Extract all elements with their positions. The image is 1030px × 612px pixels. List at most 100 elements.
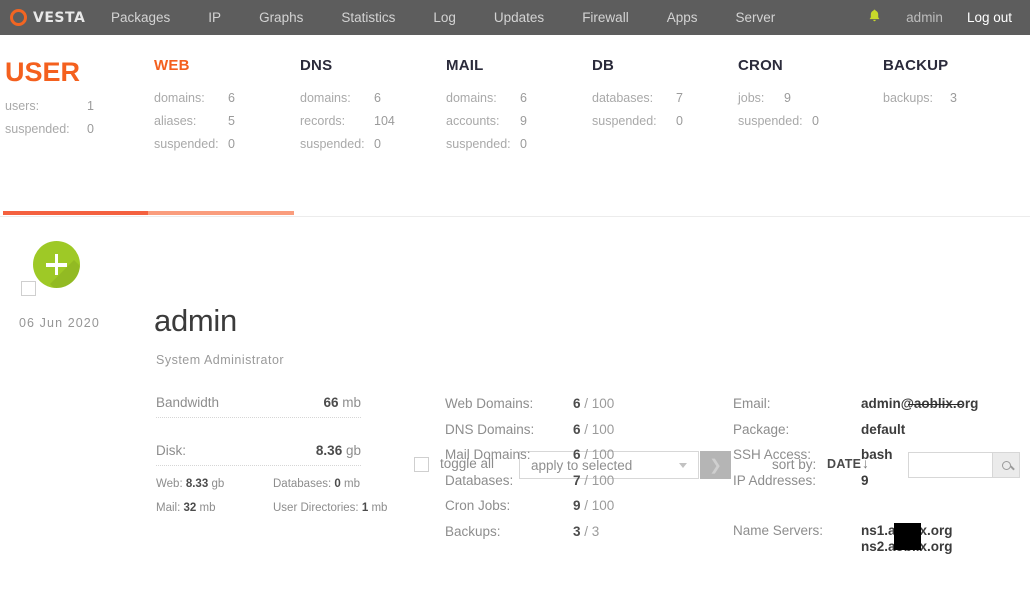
row-select-checkbox[interactable] [21, 281, 36, 296]
stat-row: domains:6 [154, 91, 235, 114]
stat-label: records: [300, 114, 366, 128]
stat-label: suspended: [300, 137, 366, 151]
nav-item-apps[interactable]: Apps [648, 0, 717, 35]
stat-row: backups:3 [883, 91, 957, 114]
user-created-date: 06 Jun 2020 [19, 316, 100, 330]
disk-mail-usage: Mail: 32 mb [156, 502, 273, 514]
quota-list: Web Domains: 6 / 100 DNS Domains: 6 / 10… [445, 396, 614, 549]
quota-value: 3 / 3 [573, 524, 599, 539]
stats-summary: USER users:1 suspended:0 WEB domains:6 a… [0, 35, 1030, 200]
stat-label: suspended: [446, 137, 512, 151]
nav-user-link[interactable]: admin [894, 0, 955, 35]
info-label: Package: [733, 422, 861, 437]
search-button[interactable] [993, 452, 1020, 478]
stat-value: 9 [776, 91, 791, 105]
nav-item-statistics[interactable]: Statistics [322, 0, 414, 35]
info-value-ip: 9 [861, 473, 869, 488]
nav-item-server[interactable]: Server [716, 0, 794, 35]
bell-icon[interactable] [855, 0, 894, 35]
stat-value: 0 [79, 122, 94, 136]
disk-breakdown: Web: 8.33 gb Databases: 0 mb Mail: 32 mb… [156, 472, 446, 520]
stat-value: 7 [668, 91, 683, 105]
disk-databases-usage: Databases: 0 mb [273, 478, 360, 490]
stat-value: 9 [512, 114, 527, 128]
stat-label: backups: [883, 91, 942, 105]
nav-item-log[interactable]: Log [414, 0, 475, 35]
brand-logo[interactable]: VESTA [0, 9, 92, 26]
stat-value: 1 [79, 99, 94, 113]
bandwidth-block: Bandwidth 66 mb [156, 395, 361, 418]
stat-column-web: WEB domains:6 aliases:5 suspended:0 [154, 57, 235, 160]
info-label: IP Addresses: [733, 473, 861, 488]
quota-row-dns-domains: DNS Domains: 6 / 100 [445, 422, 614, 448]
nav-item-graphs[interactable]: Graphs [240, 0, 322, 35]
progress-segment-primary [3, 211, 148, 215]
quota-row-databases: Databases: 7 / 100 [445, 473, 614, 499]
stat-value: 0 [512, 137, 527, 151]
ring-icon [10, 9, 27, 26]
nav-item-firewall[interactable]: Firewall [563, 0, 648, 35]
add-user-button[interactable] [33, 241, 80, 288]
stat-label: aliases: [154, 114, 220, 128]
quota-value: 6 / 100 [573, 396, 614, 411]
nav-item-ip[interactable]: IP [189, 0, 240, 35]
quota-value: 7 / 100 [573, 473, 614, 488]
stat-row: suspended:0 [300, 137, 395, 160]
stat-label: suspended: [5, 122, 79, 136]
logout-button[interactable]: Log out [955, 0, 1018, 35]
bandwidth-row: Bandwidth 66 mb [156, 395, 361, 417]
stat-value: 5 [220, 114, 235, 128]
stat-title-mail: MAIL [446, 57, 527, 74]
user-role-label: System Administrator [156, 353, 284, 367]
progress-segment-secondary [148, 211, 294, 215]
nav-item-packages[interactable]: Packages [92, 0, 189, 35]
stat-label: jobs: [738, 91, 776, 105]
stat-column-db: DB databases:7 suspended:0 [592, 57, 683, 137]
stat-row: suspended:0 [592, 114, 683, 137]
stat-value: 0 [220, 137, 235, 151]
account-info-list: Email: admin@aoblix.org Package: default… [733, 396, 978, 498]
quota-row-backups: Backups: 3 / 3 [445, 524, 614, 550]
quota-label: Web Domains: [445, 396, 573, 411]
stat-label: users: [5, 99, 79, 113]
section-divider [0, 216, 1030, 217]
search-icon [1002, 461, 1011, 470]
disk-web-usage: Web: 8.33 gb [156, 478, 273, 490]
quota-label: Databases: [445, 473, 573, 488]
disk-userdirs-usage: User Directories: 1 mb [273, 502, 387, 514]
stat-title-dns: DNS [300, 57, 395, 74]
nav-items: Packages IP Graphs Statistics Log Update… [92, 0, 794, 35]
info-value-email: admin@aoblix.org [861, 396, 978, 411]
brand-label: VESTA [33, 10, 85, 26]
user-name-link[interactable]: admin [154, 303, 237, 339]
stat-title-user: USER [5, 57, 94, 88]
stat-label: domains: [446, 91, 512, 105]
stat-value: 6 [366, 91, 381, 105]
quota-row-mail-domains: Mail Domains: 6 / 100 [445, 447, 614, 473]
stat-row: records:104 [300, 114, 395, 137]
name-servers-label: Name Servers: [733, 523, 861, 555]
stat-title-web: WEB [154, 57, 235, 74]
disk-breakdown-row: Mail: 32 mb User Directories: 1 mb [156, 496, 446, 520]
quota-label: Backups: [445, 524, 573, 539]
stat-row: users:1 [5, 99, 94, 122]
info-row-package: Package: default [733, 422, 978, 448]
stat-value: 0 [804, 114, 819, 128]
quota-row-cron-jobs: Cron Jobs: 9 / 100 [445, 498, 614, 524]
redaction-box [894, 523, 921, 550]
stat-value: 6 [512, 91, 527, 105]
plus-icon-shadow [50, 260, 80, 288]
info-row-ip-addresses: IP Addresses: 9 [733, 473, 978, 499]
disk-breakdown-row: Web: 8.33 gb Databases: 0 mb [156, 472, 446, 496]
nav-right-group: admin Log out [855, 0, 1018, 35]
name-servers-block: Name Servers: ns1.aoblix.org ns2.aoblix.… [733, 523, 953, 555]
stat-value: 104 [366, 114, 395, 128]
info-row-email: Email: admin@aoblix.org [733, 396, 978, 422]
nav-item-updates[interactable]: Updates [475, 0, 563, 35]
apply-go-button[interactable]: ❯ [700, 451, 731, 479]
info-label: Email: [733, 396, 861, 411]
toggle-all-checkbox[interactable] [414, 457, 429, 472]
stat-row: domains:6 [446, 91, 527, 114]
name-servers-values: ns1.aoblix.org ns2.aoblix.org [861, 523, 953, 555]
stat-column-mail: MAIL domains:6 accounts:9 suspended:0 [446, 57, 527, 160]
